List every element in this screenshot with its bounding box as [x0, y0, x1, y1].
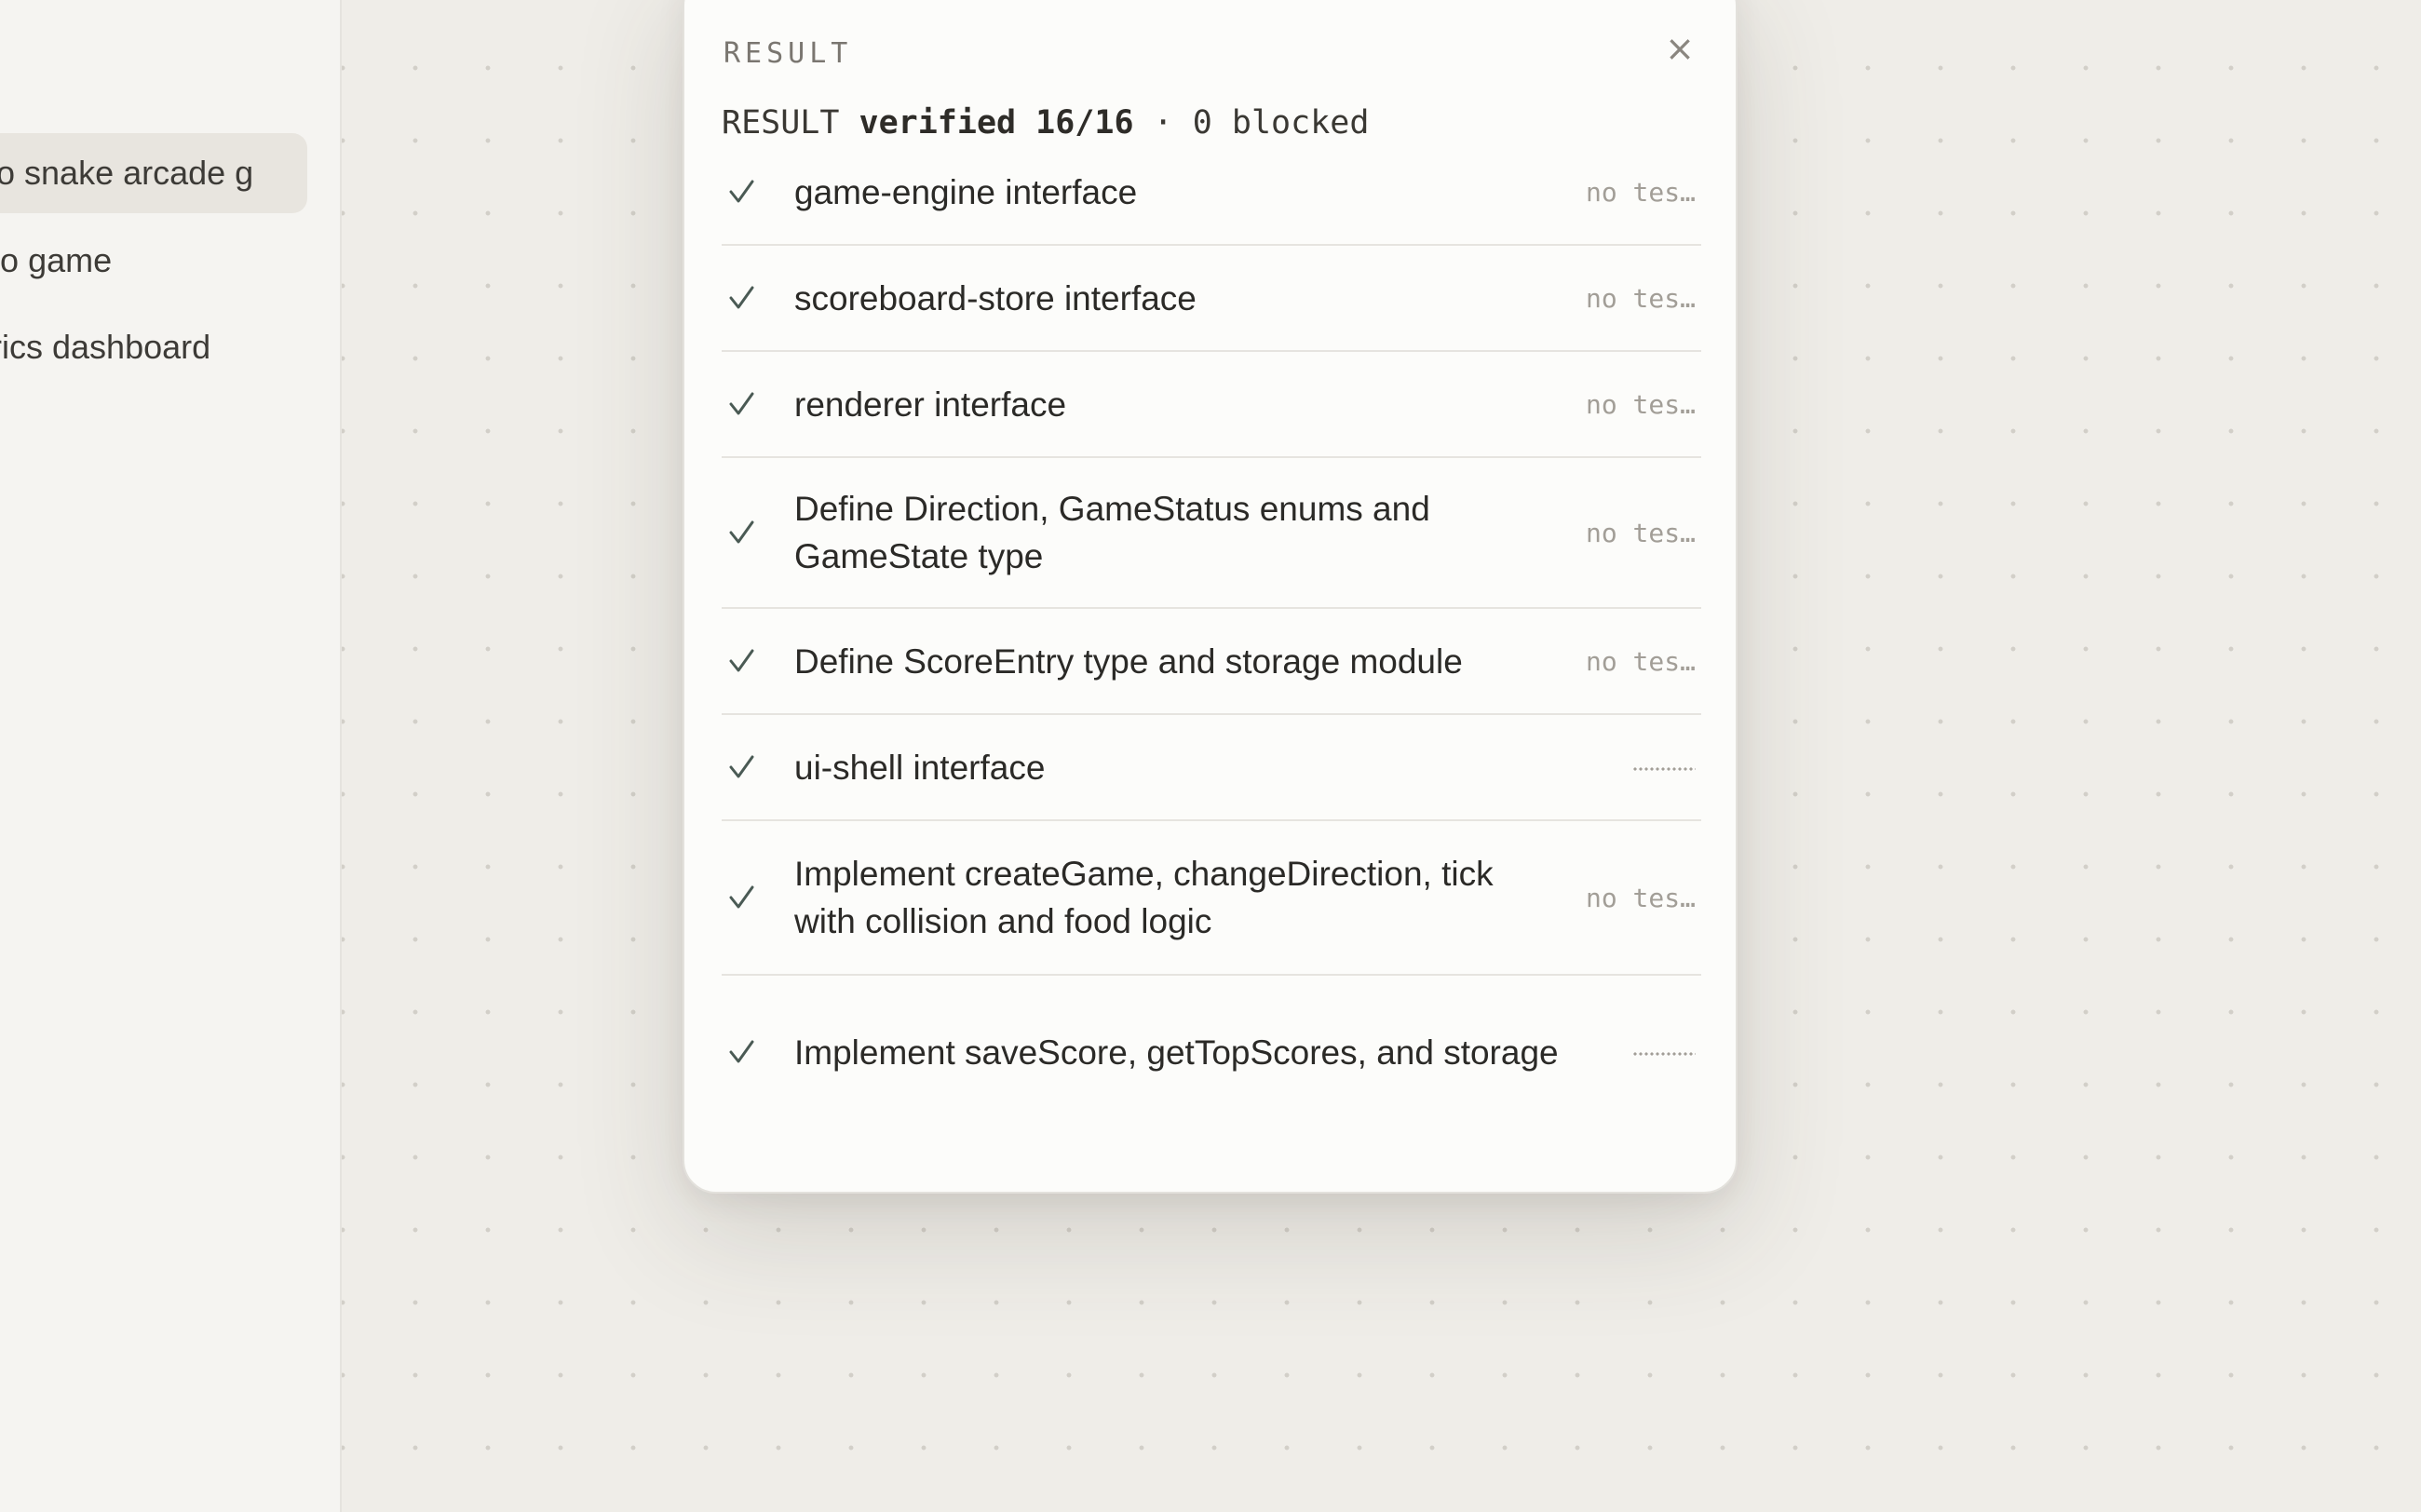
summary-verified: verified 16/16: [859, 104, 1134, 142]
task-title: Implement createGame, changeDirection, t…: [794, 855, 1494, 940]
task-status: no tes…: [1585, 388, 1696, 420]
task-row[interactable]: scoreboard-store interface no tes…: [722, 246, 1701, 352]
task-status: no tes…: [1585, 282, 1696, 314]
close-button[interactable]: ×: [1659, 28, 1700, 69]
pending-dots-icon: [1632, 1050, 1696, 1057]
check-icon: [722, 390, 794, 418]
sidebar-item-metrics-dashboard[interactable]: etrics dashboard: [0, 307, 307, 387]
summary-blocked: 0 blocked: [1192, 104, 1370, 142]
summary-separator: ·: [1153, 104, 1173, 142]
check-icon: [722, 647, 794, 675]
check-icon: [722, 178, 794, 206]
task-status: no tes…: [1585, 882, 1696, 913]
modal-header-label: RESULT: [724, 37, 853, 70]
sidebar-item-label: o snake arcade g…: [0, 154, 254, 192]
task-status-pending: [1580, 752, 1701, 783]
task-status: no tes…: [1585, 645, 1696, 677]
sidebar: o snake arcade g… deo game etrics dashbo…: [0, 0, 342, 1512]
check-icon: [722, 884, 794, 911]
check-icon: [722, 1038, 794, 1066]
task-title: renderer interface: [794, 385, 1067, 424]
result-modal: RESULT × RESULT verified 16/16 · 0 block…: [683, 0, 1738, 1194]
close-icon: ×: [1665, 28, 1695, 69]
task-title: Implement saveScore, getTopScores, and s…: [794, 1033, 1559, 1072]
task-title: scoreboard-store interface: [794, 278, 1197, 317]
sidebar-item-label: deo game: [0, 241, 113, 279]
task-status: no tes…: [1585, 517, 1696, 548]
summary-prefix: RESULT: [722, 104, 840, 142]
task-row[interactable]: renderer interface no tes…: [722, 352, 1701, 458]
task-row[interactable]: Define Direction, GameStatus enums and G…: [722, 458, 1701, 609]
task-title: game-engine interface: [794, 172, 1138, 211]
result-summary: RESULT verified 16/16 · 0 blocked: [722, 104, 1369, 142]
pending-dots-icon: [1632, 765, 1696, 772]
task-row[interactable]: game-engine interface no tes…: [722, 140, 1701, 246]
task-status-pending: [1580, 1037, 1701, 1068]
task-status: no tes…: [1585, 176, 1696, 208]
task-row[interactable]: ui-shell interface: [722, 715, 1701, 821]
sidebar-item-snake-arcade[interactable]: o snake arcade g…: [0, 133, 307, 213]
task-title: ui-shell interface: [794, 748, 1046, 787]
check-icon: [722, 284, 794, 312]
check-icon: [722, 753, 794, 781]
task-row[interactable]: Define ScoreEntry type and storage modul…: [722, 609, 1701, 715]
sidebar-item-label: etrics dashboard: [0, 328, 211, 366]
task-title: Define Direction, GameStatus enums and G…: [794, 490, 1430, 575]
task-row[interactable]: Implement saveScore, getTopScores, and s…: [722, 976, 1701, 1128]
task-row[interactable]: Implement createGame, changeDirection, t…: [722, 821, 1701, 976]
task-title: Define ScoreEntry type and storage modul…: [794, 641, 1463, 681]
sidebar-item-video-game[interactable]: deo game: [0, 221, 307, 301]
task-list: game-engine interface no tes… scoreboard…: [722, 140, 1701, 1128]
check-icon: [722, 519, 794, 547]
